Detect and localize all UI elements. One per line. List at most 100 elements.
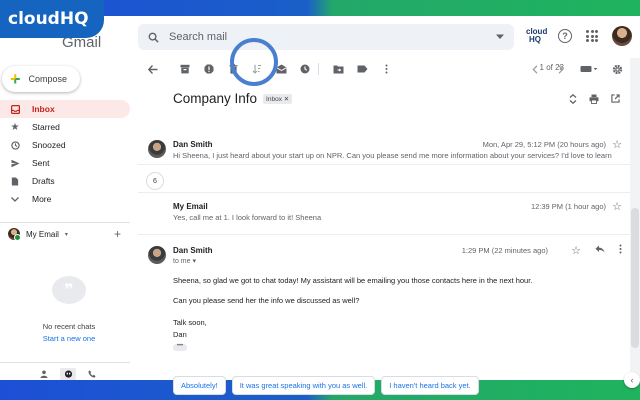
sidebar-item-snoozed[interactable]: Snoozed — [0, 136, 130, 154]
print-icon[interactable] — [589, 94, 599, 107]
message-snippet: Yes, call me at 1. I look forward to it!… — [173, 213, 322, 222]
settings-gear-icon[interactable] — [608, 60, 626, 78]
message-divider — [138, 164, 630, 165]
chevron-left-icon[interactable] — [526, 60, 544, 78]
sidebar-bottom-divider — [0, 362, 130, 363]
scrollbar-thumb[interactable] — [631, 208, 639, 348]
chat-user[interactable]: My Email ▾ + — [8, 227, 121, 241]
sender-avatar — [148, 140, 166, 158]
cloudhq-logo: cloudHQ — [0, 0, 104, 38]
header-actions: cloud HQ ? — [526, 26, 632, 46]
star-icon[interactable]: ☆ — [571, 244, 581, 257]
cloudhq-extension-icon[interactable]: cloud HQ — [526, 28, 547, 44]
smart-replies: Absolutely! It was great speaking with y… — [173, 376, 479, 395]
expand-all-icon[interactable] — [569, 93, 577, 107]
reply-icon[interactable] — [595, 244, 605, 257]
apps-grid-icon[interactable] — [586, 30, 598, 42]
message-view: 1 of 23 Company Info Inbox ✕ Dan Smith H… — [138, 38, 630, 395]
message-time: Mon, Apr 29, 5:12 PM (20 hours ago) — [482, 140, 606, 149]
search-input[interactable]: Search mail — [169, 31, 496, 43]
star-icon[interactable]: ☆ — [612, 138, 622, 151]
message-time: 12:39 PM (1 hour ago) — [530, 202, 606, 211]
sidebar-item-label: Drafts — [32, 176, 55, 186]
message-snippet: Hi Sheena, I just heard about your start… — [173, 151, 613, 160]
compose-plus-icon: + — [10, 69, 21, 89]
open-new-window-icon[interactable] — [611, 94, 620, 107]
start-chat-link[interactable]: Start a new one — [0, 334, 138, 343]
sender-name: Dan Smith — [173, 246, 213, 255]
recipient-text: to me — [173, 258, 191, 265]
smart-reply-chip[interactable]: Absolutely! — [173, 376, 226, 395]
sidebar-item-more[interactable]: More — [0, 190, 130, 208]
move-to-folder-icon[interactable] — [329, 60, 347, 78]
draft-icon — [10, 176, 20, 186]
search-options-icon[interactable] — [496, 34, 504, 40]
no-chats-text: No recent chats — [42, 322, 96, 331]
add-chat-icon[interactable]: + — [114, 227, 121, 241]
inbox-icon — [10, 104, 20, 114]
chevron-down-icon: ▾ — [192, 258, 196, 265]
chevron-down-icon — [10, 194, 20, 204]
side-panel-toggle-icon[interactable]: ‹ — [624, 372, 640, 388]
sidebar-item-label: Starred — [32, 122, 60, 132]
smart-reply-chip[interactable]: I haven't heard back yet. — [381, 376, 479, 395]
compose-button[interactable]: + Compose — [2, 66, 80, 92]
keyboard-icon[interactable] — [578, 60, 600, 78]
message-body-line: Sheena, so glad we got to chat today! My… — [173, 276, 533, 285]
inbox-label-chip[interactable]: Inbox ✕ — [263, 93, 293, 104]
chat-empty-state: ❞ No recent chats Start a new one — [0, 276, 138, 343]
sidebar-item-label: More — [32, 194, 52, 204]
message-time: 1:29 PM (22 minutes ago) — [461, 246, 548, 255]
chevron-right-icon[interactable] — [552, 60, 570, 78]
label-chip-text: Inbox — [266, 95, 282, 103]
person-icon[interactable] — [36, 368, 52, 380]
sidebar: + Compose Inbox ★ Starred Snoozed Sent D… — [0, 62, 138, 380]
message-actions: ☆ — [571, 244, 622, 257]
more-vert-icon[interactable] — [377, 60, 395, 78]
cloudhq-logo-text: cloudHQ — [8, 9, 89, 29]
back-arrow-icon[interactable] — [144, 60, 162, 78]
chat-tabs — [36, 368, 100, 380]
highlight-ring — [230, 38, 278, 86]
message-body-line: Talk soon, — [173, 318, 207, 327]
toolbar-divider — [318, 63, 319, 75]
clock-icon — [10, 140, 20, 150]
chat-user-name: My Email — [26, 229, 59, 239]
archive-icon[interactable] — [176, 60, 194, 78]
report-spam-icon[interactable] — [200, 60, 218, 78]
recipient-dropdown[interactable]: to me ▾ — [173, 257, 196, 265]
collapsed-count-badge[interactable]: 6 — [146, 172, 164, 190]
sidebar-item-starred[interactable]: ★ Starred — [0, 118, 130, 136]
snooze-icon[interactable] — [296, 60, 314, 78]
sidebar-item-sent[interactable]: Sent — [0, 154, 130, 172]
search-bar[interactable]: Search mail — [138, 24, 514, 50]
show-trimmed-content-button[interactable]: ••• — [173, 343, 187, 351]
sidebar-item-drafts[interactable]: Drafts — [0, 172, 130, 190]
sidebar-item-label: Sent — [32, 158, 50, 168]
label-icon[interactable] — [353, 60, 371, 78]
hangouts-icon[interactable] — [60, 368, 76, 380]
quote-bubble-icon: ❞ — [52, 276, 86, 304]
chat-user-avatar — [8, 228, 21, 241]
more-vert-icon[interactable] — [619, 244, 622, 257]
star-icon[interactable]: ☆ — [612, 200, 622, 213]
thread-actions — [569, 93, 620, 107]
star-icon: ★ — [10, 121, 20, 133]
sidebar-item-label: Inbox — [32, 104, 55, 114]
toolbar-right — [526, 60, 626, 78]
message-divider — [138, 234, 630, 235]
gmail-window: Gmail Search mail cloud HQ ? + Compose I… — [0, 16, 640, 395]
send-icon — [10, 158, 20, 168]
help-icon[interactable]: ? — [558, 29, 572, 43]
smart-reply-chip[interactable]: It was great speaking with you as well. — [231, 376, 376, 395]
compose-label: Compose — [28, 74, 68, 84]
phone-icon[interactable] — [84, 368, 100, 380]
sidebar-divider — [0, 222, 130, 223]
account-avatar[interactable] — [612, 26, 632, 46]
thread-subject: Company Info Inbox ✕ — [173, 91, 293, 106]
scrollbar[interactable] — [630, 58, 640, 380]
subject-text: Company Info — [173, 91, 258, 106]
message-body-line: Dan — [173, 330, 187, 339]
sidebar-item-inbox[interactable]: Inbox — [0, 100, 130, 118]
remove-label-icon[interactable]: ✕ — [284, 96, 289, 103]
